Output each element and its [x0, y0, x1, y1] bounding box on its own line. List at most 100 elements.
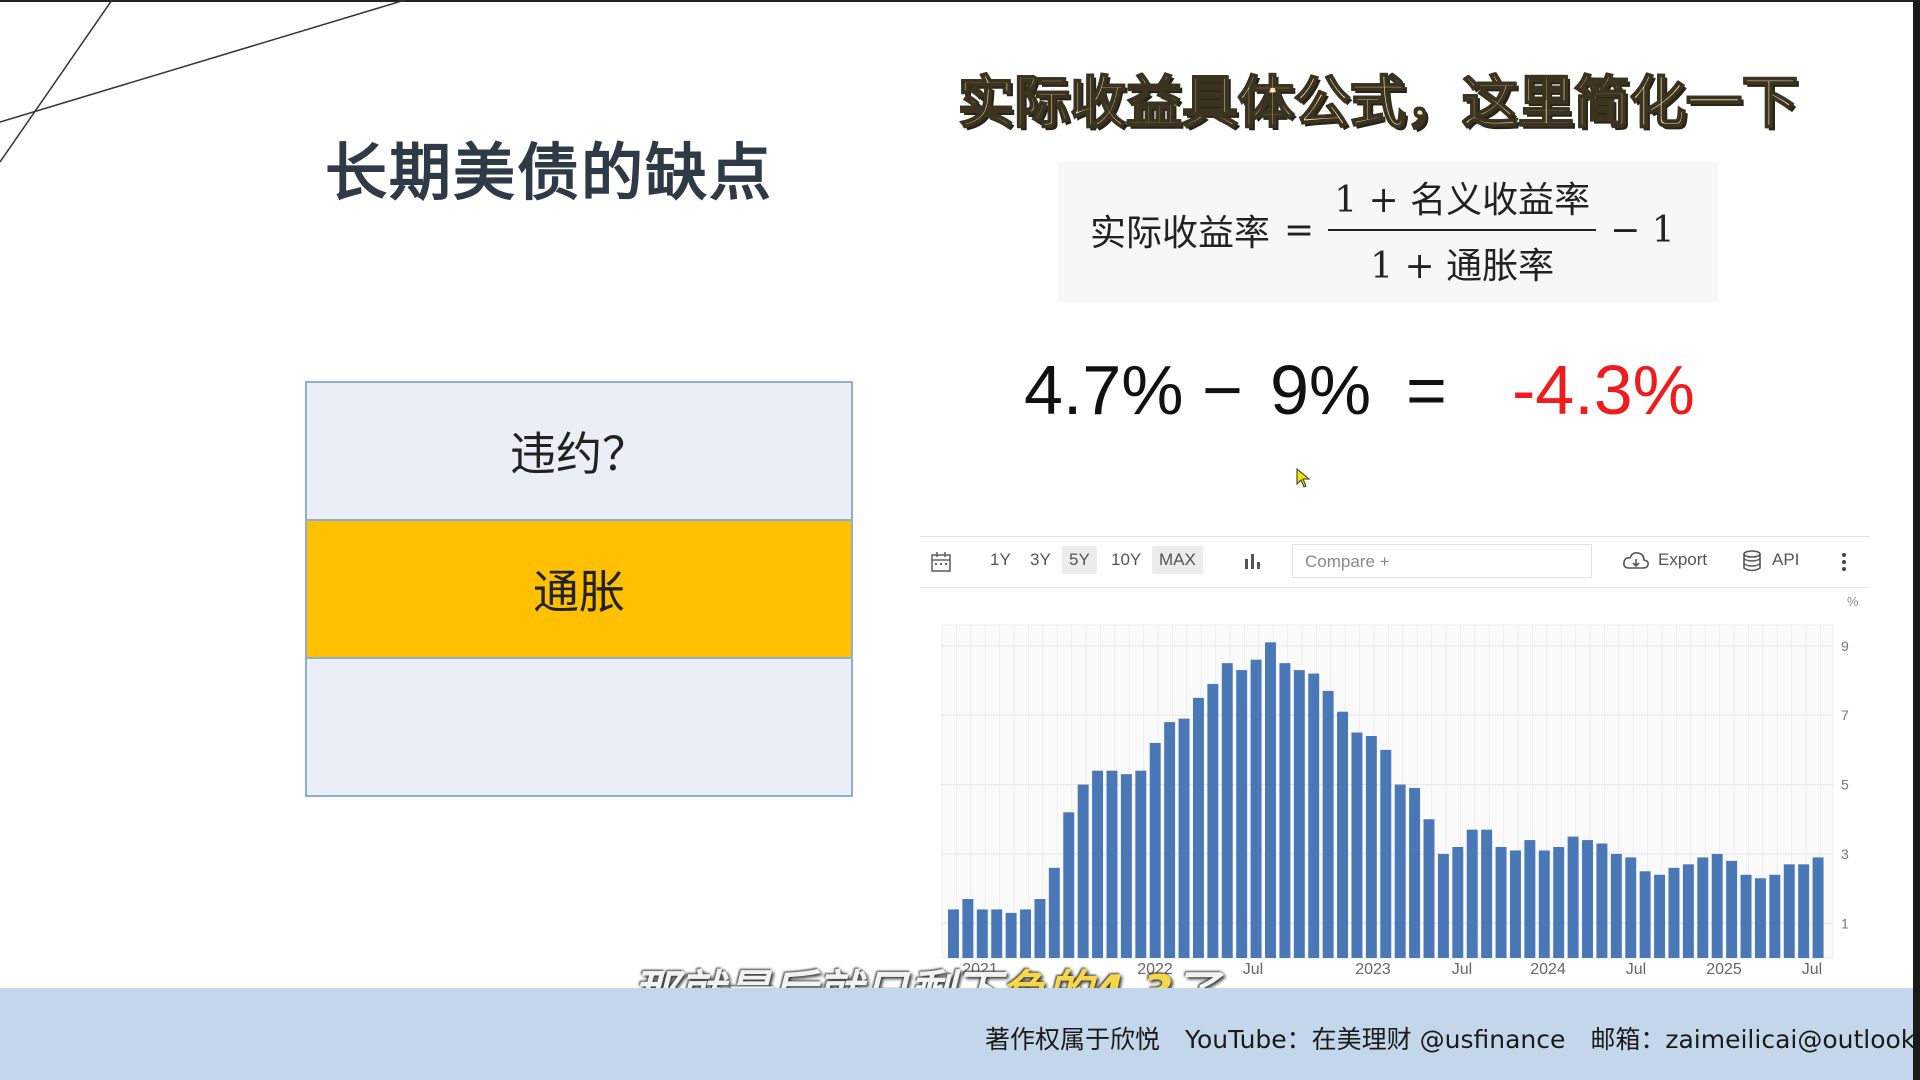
- range-max-button[interactable]: MAX: [1152, 546, 1203, 574]
- calendar-icon[interactable]: [930, 551, 952, 573]
- chart-bar: [1495, 847, 1507, 958]
- table-row-highlight: 通胀: [307, 519, 851, 657]
- chart-bar: [1596, 843, 1608, 958]
- chart-bar: [1380, 749, 1392, 958]
- chart-bar: [991, 909, 1003, 958]
- chart-bar: [1509, 850, 1521, 958]
- chart-bar: [1207, 683, 1219, 958]
- more-vertical-icon[interactable]: [1840, 551, 1848, 573]
- chart-bar: [1740, 874, 1752, 958]
- formula-denominator: 1 + 通胀率: [1370, 246, 1555, 287]
- copyright-text: 著作权属于欣悦 YouTube：在美理财 @usfinance 邮箱：zaime…: [985, 1025, 1920, 1054]
- chart-bar: [1394, 784, 1406, 958]
- chart-bar: [1538, 850, 1550, 958]
- caption-overlay: 实际收益具体公式，这里简化一下: [957, 70, 1799, 137]
- y-unit-label: %: [1847, 594, 1859, 609]
- chart-bar: [1293, 670, 1305, 958]
- api-button[interactable]: API: [1772, 550, 1799, 570]
- bar-chart-icon[interactable]: [1242, 551, 1262, 571]
- chart-bar: [1020, 909, 1032, 958]
- range-10y-button[interactable]: 10Y: [1111, 550, 1141, 570]
- calc-nominal: 4.7%: [1024, 351, 1184, 429]
- chart-bar: [1610, 853, 1622, 958]
- chart-bar: [1625, 857, 1637, 958]
- chart-bar: [1250, 659, 1262, 958]
- chart-bar: [1221, 663, 1233, 958]
- chart-bar: [1265, 642, 1276, 958]
- chart-bar: [1654, 874, 1666, 958]
- chart-bar: [1582, 840, 1593, 958]
- formula-tail: − 1: [1610, 209, 1675, 251]
- chart-bar: [1769, 874, 1781, 958]
- chart-bar: [1236, 670, 1248, 958]
- chart-bar: [1005, 912, 1017, 958]
- calc-equals: =: [1406, 351, 1447, 429]
- calc-inflation: 9%: [1270, 351, 1372, 429]
- x-tick-label: 2025: [1706, 961, 1742, 978]
- chart-bar: [1481, 829, 1493, 958]
- chart-bar: [1337, 711, 1349, 958]
- right-border: [1913, 0, 1920, 1080]
- calc-minus: −: [1202, 351, 1243, 429]
- chart-bar: [1798, 864, 1810, 958]
- chart-bar: [1322, 690, 1334, 958]
- chart-bar: [1034, 899, 1046, 958]
- chart-bar: [1063, 812, 1075, 958]
- x-tick-label: Jul: [1243, 961, 1263, 978]
- chart-bar: [962, 899, 974, 958]
- chart-bar: [1351, 732, 1363, 958]
- chart-bar: [1726, 860, 1738, 958]
- x-tick-label: Jul: [1626, 961, 1646, 978]
- y-tick-label: 1: [1841, 915, 1849, 931]
- database-icon[interactable]: [1742, 549, 1762, 573]
- chart-bar: [1149, 742, 1161, 958]
- table-row: 违约？: [307, 383, 851, 519]
- formula-lhs: 实际收益率: [1090, 213, 1271, 254]
- range-3y-button[interactable]: 3Y: [1030, 550, 1051, 570]
- formula-equals: =: [1284, 209, 1315, 251]
- chart-bar: [1092, 770, 1104, 958]
- chart-bar: [1120, 774, 1132, 958]
- chart-bar: [1192, 697, 1204, 958]
- chart-bar: [1524, 840, 1536, 958]
- chart-bar: [1048, 867, 1060, 958]
- chart-bar: [1178, 718, 1190, 958]
- slide-title: 长期美债的缺点: [325, 136, 774, 209]
- chart-bar: [1682, 864, 1694, 958]
- x-tick-label: Jul: [1802, 961, 1822, 978]
- chart-bar: [1668, 867, 1680, 958]
- range-5y-button[interactable]: 5Y: [1062, 546, 1097, 574]
- chart-bar: [1135, 770, 1147, 958]
- inflation-bar-chart: %135792021 2022 Jul 2023 Jul 2024 Jul 2025 Jul: [941, 594, 1859, 978]
- chart-bar: [948, 909, 959, 958]
- row-label: 违约？: [510, 427, 648, 481]
- chart-bar: [1077, 784, 1089, 958]
- chart-bar: [1409, 788, 1421, 958]
- x-tick-label: Jul: [1452, 961, 1472, 978]
- formula: 实际收益率 = 1 + 名义收益率 1 + 通胀率 − 1: [1090, 175, 1675, 287]
- chart-bar: [1567, 836, 1579, 958]
- chart-toolbar: 1Y 3Y 5Y 10Y MAX Compare + Export API: [920, 536, 1870, 588]
- y-tick-label: 9: [1841, 638, 1849, 654]
- chart-bar: [976, 909, 988, 958]
- chart-bar: [1553, 847, 1565, 958]
- chart-bar: [1812, 857, 1824, 958]
- formula-numerator: 1 + 名义收益率: [1328, 171, 1597, 231]
- chart-bar: [1308, 673, 1320, 958]
- chart-bar: [1754, 878, 1766, 958]
- table-row: [307, 657, 851, 795]
- chart-bar: [1452, 847, 1464, 958]
- y-tick-label: 3: [1841, 846, 1849, 862]
- y-tick-label: 7: [1841, 707, 1849, 723]
- formula-fraction: 1 + 名义收益率 1 + 通胀率: [1328, 171, 1597, 289]
- chart-bar: [1711, 853, 1723, 958]
- drawbacks-table: 违约？ 通胀: [305, 381, 853, 797]
- range-1y-button[interactable]: 1Y: [990, 550, 1011, 570]
- chart-bar: [1639, 871, 1651, 958]
- cloud-download-icon[interactable]: [1622, 550, 1650, 572]
- chart-bar: [1365, 736, 1377, 958]
- compare-input[interactable]: Compare +: [1292, 544, 1592, 578]
- cursor-icon: [1296, 468, 1311, 488]
- export-button[interactable]: Export: [1658, 550, 1707, 570]
- chart-bar: [1437, 853, 1449, 958]
